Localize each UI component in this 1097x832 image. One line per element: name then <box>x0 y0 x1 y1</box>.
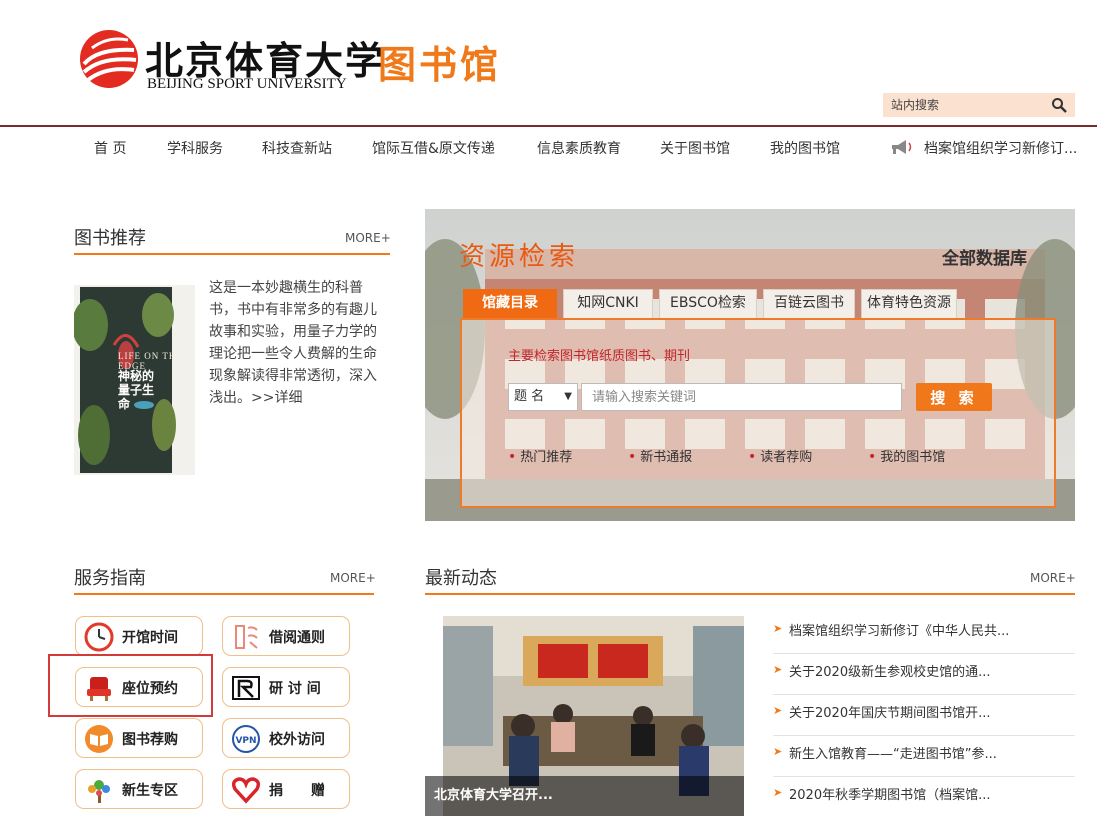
link-reader-recommend[interactable]: • 读者荐购 <box>748 446 812 465</box>
site-search-input[interactable] <box>891 96 1041 114</box>
service-donation[interactable]: 捐 赠 <box>222 769 350 809</box>
news-title: 最新动态 <box>425 568 497 589</box>
search-field-selected: 题 名 <box>514 389 545 404</box>
service-discussion-room[interactable]: 研 讨 间 <box>222 667 350 707</box>
service-label: 研 讨 间 <box>269 681 321 697</box>
university-logo-icon[interactable] <box>78 28 140 90</box>
service-borrowing-rules[interactable]: 借阅通则 <box>222 616 350 656</box>
service-off-campus-access[interactable]: VPN 校外访问 <box>222 718 350 758</box>
nav-info-literacy[interactable]: 信息素质教育 <box>537 138 621 158</box>
selection-highlight-box <box>48 654 213 717</box>
tab-catalog[interactable]: 馆藏目录 <box>463 289 557 318</box>
svg-text:VPN: VPN <box>235 736 256 746</box>
service-guide-more-link[interactable]: MORE+ <box>330 571 376 585</box>
tab-sports-resources[interactable]: 体育特色资源 <box>861 289 957 318</box>
nav-home[interactable]: 首 页 <box>94 138 126 158</box>
book-cover-image[interactable]: LIFE ON THE EDGE 神秘的量子生命 <box>74 285 195 475</box>
news-photo-caption[interactable]: 北京体育大学召开... <box>425 776 744 816</box>
dropdown-arrow-icon: ▼ <box>564 391 572 402</box>
link-hot-recommend-label: 热门推荐 <box>520 450 573 465</box>
news-item[interactable]: ➤ 2020年秋季学期图书馆（档案馆... <box>773 778 1075 818</box>
book-recommend-title: 图书推荐 <box>74 228 146 249</box>
news-item[interactable]: ➤ 关于2020年国庆节期间图书馆开... <box>773 696 1075 736</box>
service-label: 开馆时间 <box>122 630 178 646</box>
search-button[interactable]: 搜 索 <box>916 383 992 411</box>
book-open-icon <box>85 725 113 753</box>
vpn-icon: VPN <box>232 725 260 753</box>
resource-search-title: 资源检索 <box>459 242 580 272</box>
bullet-icon: • <box>868 449 877 465</box>
arrow-right-icon: ➤ <box>773 745 783 758</box>
all-databases-link[interactable]: 全部数据库 <box>942 244 1027 269</box>
header-divider <box>0 125 1097 127</box>
keyword-input[interactable] <box>581 383 902 411</box>
discussion-room-icon <box>232 676 260 700</box>
news-item[interactable]: ➤ 档案馆组织学习新修订《中华人民共... <box>773 614 1075 654</box>
service-guide-divider <box>74 593 374 595</box>
arrow-right-icon: ➤ <box>773 704 783 717</box>
service-label: 借阅通则 <box>269 630 325 646</box>
book-cover-en: LIFE ON THE EDGE <box>118 351 183 371</box>
service-label: 图书荐购 <box>122 732 178 748</box>
news-item-title: 新生入馆教育——“走进图书馆”参... <box>789 747 997 762</box>
link-reader-recommend-label: 读者荐购 <box>760 450 813 465</box>
nav-subject-services[interactable]: 学科服务 <box>167 138 223 158</box>
nav-novelty-search[interactable]: 科技查新站 <box>262 138 332 158</box>
arrow-right-icon: ➤ <box>773 622 783 635</box>
tab-ebsco[interactable]: EBSCO检索 <box>659 289 757 318</box>
site-search <box>883 93 1075 117</box>
book-recommend-divider <box>74 253 390 255</box>
service-opening-hours[interactable]: 开馆时间 <box>75 616 203 656</box>
book-description[interactable]: 这是一本妙趣横生的科普书，书中有非常多的有趣儿故事和实验，用量子力学的理论把一些… <box>209 277 381 409</box>
search-field-select[interactable]: 题 名 ▼ <box>508 383 578 411</box>
bullet-icon: • <box>628 449 637 465</box>
link-my-library[interactable]: • 我的图书馆 <box>868 446 945 465</box>
book-cover-title: 神秘的量子生命 <box>118 369 155 411</box>
link-new-books-label: 新书通报 <box>640 450 693 465</box>
nav-interlibrary-loan[interactable]: 馆际互借&原文传递 <box>372 138 495 158</box>
news-item[interactable]: ➤ 关于2020级新生参观校史馆的通... <box>773 655 1075 695</box>
search-icon[interactable] <box>1051 97 1067 113</box>
link-my-library-label: 我的图书馆 <box>880 450 946 465</box>
news-more-link[interactable]: MORE+ <box>1030 571 1076 585</box>
service-freshman-zone[interactable]: 新生专区 <box>75 769 203 809</box>
arrow-right-icon: ➤ <box>773 786 783 799</box>
service-guide-title: 服务指南 <box>74 568 146 589</box>
arrow-right-icon: ➤ <box>773 663 783 676</box>
bullet-icon: • <box>508 449 517 465</box>
heart-icon <box>231 777 261 804</box>
nav-my-library[interactable]: 我的图书馆 <box>770 138 840 158</box>
tab-cnki[interactable]: 知网CNKI <box>563 289 653 318</box>
news-ticker[interactable]: 档案馆组织学习新修订... <box>924 138 1079 158</box>
megaphone-icon <box>892 140 912 154</box>
tree-icon <box>88 780 110 803</box>
link-hot-recommend[interactable]: • 热门推荐 <box>508 446 572 465</box>
service-label: 新生专区 <box>122 783 178 799</box>
tab-chaoxing-books[interactable]: 百链云图书 <box>763 289 855 318</box>
search-hint: 主要检索图书馆纸质图书、期刊 <box>508 349 691 364</box>
logo-english-name: BEIJING SPORT UNIVERSITY <box>147 76 347 92</box>
news-item-title: 档案馆组织学习新修订《中华人民共... <box>789 624 1010 639</box>
news-divider <box>425 593 1075 595</box>
service-label: 捐 赠 <box>269 783 325 799</box>
news-item-title: 关于2020年国庆节期间图书馆开... <box>789 706 991 721</box>
service-label: 校外访问 <box>269 732 325 748</box>
book-rules-icon <box>235 625 258 649</box>
link-new-books[interactable]: • 新书通报 <box>628 446 692 465</box>
news-item-title: 2020年秋季学期图书馆（档案馆... <box>789 788 991 803</box>
clock-icon <box>84 622 114 652</box>
nav-about-library[interactable]: 关于图书馆 <box>660 138 730 158</box>
library-title: 图书馆 <box>378 43 502 87</box>
book-recommend-more-link[interactable]: MORE+ <box>345 231 391 245</box>
bullet-icon: • <box>748 449 757 465</box>
news-item-title: 关于2020级新生参观校史馆的通... <box>789 665 991 680</box>
news-item[interactable]: ➤ 新生入馆教育——“走进图书馆”参... <box>773 737 1075 777</box>
service-book-purchase-recommend[interactable]: 图书荐购 <box>75 718 203 758</box>
